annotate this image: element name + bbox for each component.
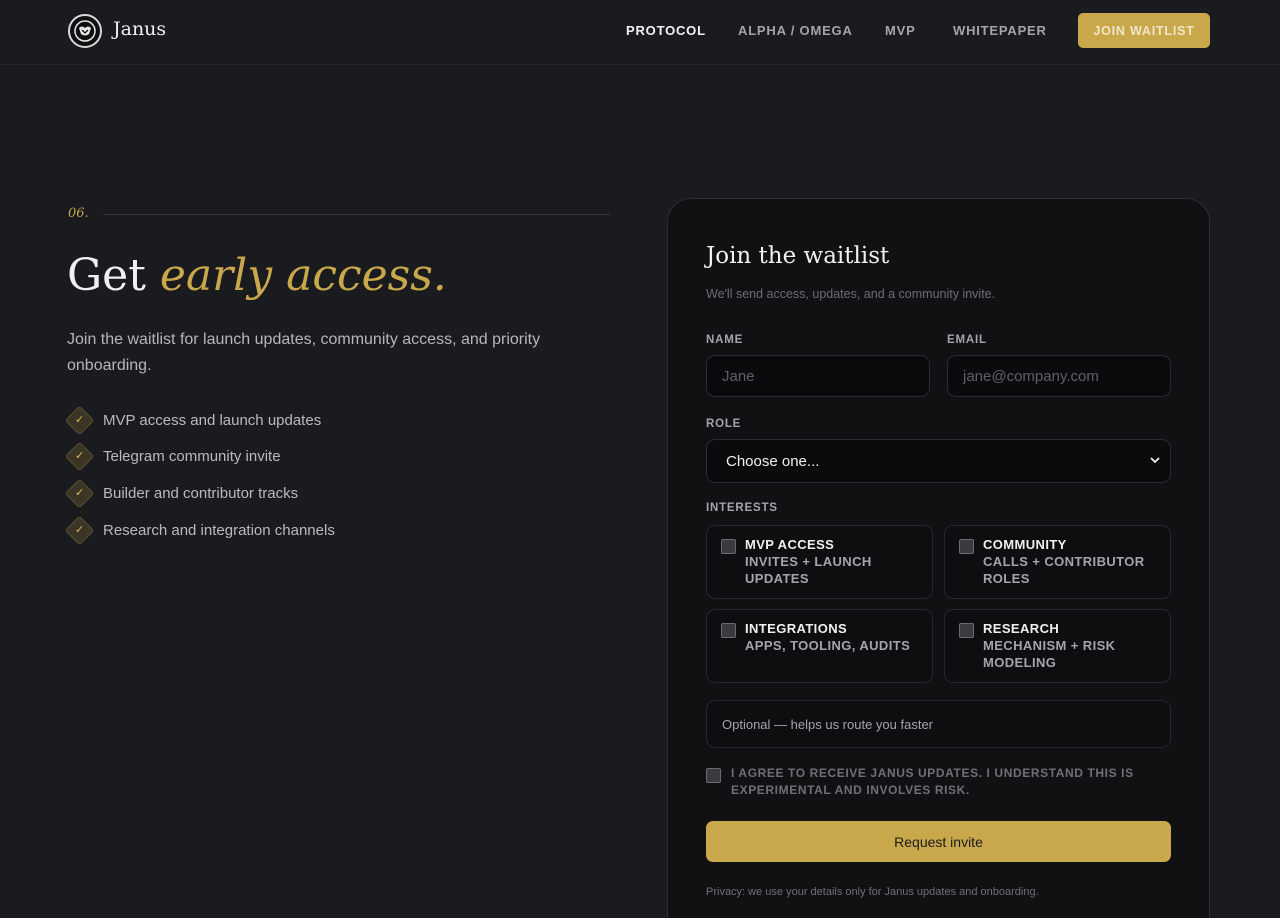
interest-checkbox[interactable]: [721, 539, 736, 554]
section-number: 06.: [68, 206, 89, 221]
interest-option-mvp-access[interactable]: MVP ACCESS INVITES + LAUNCH UPDATES: [706, 525, 933, 599]
interest-description: APPS, TOOLING, AUDITS: [745, 638, 911, 653]
check-icon: ✓: [64, 405, 95, 435]
benefit-text: Research and integration channels: [103, 521, 335, 539]
role-label: ROLE: [706, 418, 742, 430]
top-nav-bar: Janus PROTOCOL ALPHA / OMEGA MVP WHITEPA…: [0, 0, 1280, 65]
join-waitlist-button[interactable]: JOIN WAITLIST: [1078, 13, 1210, 48]
benefit-text: MVP access and launch updates: [103, 411, 322, 429]
email-input[interactable]: [947, 355, 1171, 397]
interests-label: INTERESTS: [706, 502, 778, 514]
chevron-down-icon: [1150, 455, 1160, 467]
benefit-text: Builder and contributor tracks: [103, 484, 299, 502]
name-input[interactable]: [706, 355, 930, 397]
benefit-item: ✓ Builder and contributor tracks: [64, 478, 299, 508]
check-icon: ✓: [64, 515, 95, 545]
interest-title: RESEARCH: [983, 621, 1060, 636]
interest-option-integrations[interactable]: INTEGRATIONS APPS, TOOLING, AUDITS: [706, 609, 933, 683]
form-subtitle: We'll send access, updates, and a commun…: [706, 287, 996, 301]
role-select-value: Choose one...: [726, 452, 820, 470]
hero-title-plain: Get: [67, 250, 160, 301]
interest-checkbox[interactable]: [721, 623, 736, 638]
privacy-note: Privacy: we use your details only for Ja…: [706, 886, 1039, 898]
interest-checkbox[interactable]: [959, 539, 974, 554]
form-title: Join the waitlist: [706, 243, 890, 269]
interest-description: INVITES + LAUNCH UPDATES: [745, 554, 872, 586]
interest-description: CALLS + CONTRIBUTOR ROLES: [983, 554, 1145, 586]
interest-title: MVP ACCESS: [745, 537, 835, 552]
benefit-item: ✓ MVP access and launch updates: [64, 405, 322, 435]
check-icon: ✓: [64, 441, 95, 471]
hero-title-accent: early access.: [159, 250, 447, 301]
nav-link-protocol[interactable]: PROTOCOL: [626, 23, 706, 38]
optional-notes-input[interactable]: [706, 700, 1171, 748]
name-label: NAME: [706, 334, 744, 346]
nav-link-alpha-omega[interactable]: ALPHA / OMEGA: [738, 23, 853, 38]
interest-option-community[interactable]: COMMUNITY CALLS + CONTRIBUTOR ROLES: [944, 525, 1171, 599]
agree-checkbox[interactable]: [706, 768, 721, 783]
benefit-item: ✓ Telegram community invite: [64, 441, 281, 471]
interest-checkbox[interactable]: [959, 623, 974, 638]
request-invite-button[interactable]: Request invite: [706, 821, 1171, 862]
check-icon: ✓: [64, 478, 95, 508]
nav-link-whitepaper[interactable]: WHITEPAPER: [953, 23, 1047, 38]
interest-description: MECHANISM + RISK MODELING: [983, 638, 1116, 670]
hero-title: Get early access.: [67, 250, 447, 301]
brand-name[interactable]: Janus: [113, 18, 166, 40]
section-divider: [103, 214, 610, 215]
benefit-text: Telegram community invite: [103, 447, 281, 465]
nav-link-mvp[interactable]: MVP: [885, 23, 916, 38]
interest-option-research[interactable]: RESEARCH MECHANISM + RISK MODELING: [944, 609, 1171, 683]
interest-title: COMMUNITY: [983, 537, 1067, 552]
agree-text: I AGREE TO RECEIVE JANUS UPDATES. I UNDE…: [731, 766, 1134, 797]
hero-description: Join the waitlist for launch updates, co…: [67, 331, 541, 374]
role-select[interactable]: Choose one...: [706, 439, 1171, 483]
email-label: EMAIL: [947, 334, 987, 346]
janus-emblem-icon[interactable]: [68, 14, 102, 48]
interest-title: INTEGRATIONS: [745, 621, 848, 636]
benefit-item: ✓ Research and integration channels: [64, 515, 335, 545]
